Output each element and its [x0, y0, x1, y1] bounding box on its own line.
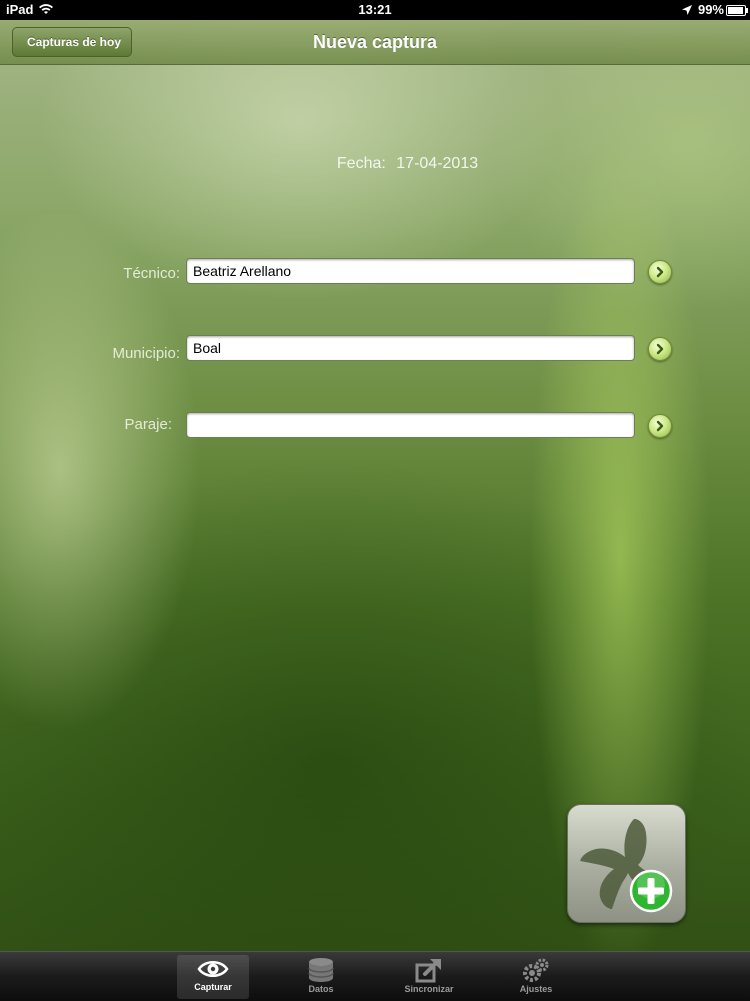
tab-ajustes[interactable]: Ajustes [500, 955, 572, 999]
paraje-select-button[interactable] [648, 414, 672, 438]
date-row: Fecha: 17-04-2013 [0, 155, 750, 173]
tab-sincronizar[interactable]: Sincronizar [393, 955, 465, 999]
municipio-input[interactable] [186, 335, 635, 361]
tab-datos[interactable]: Datos [285, 955, 357, 999]
sync-arrow-icon [415, 959, 441, 983]
municipio-select-button[interactable] [648, 337, 672, 361]
paraje-input[interactable] [186, 412, 635, 438]
tab-label: Datos [308, 984, 334, 994]
eye-icon [197, 961, 229, 977]
tecnico-select-button[interactable] [648, 260, 672, 284]
battery-icon [726, 5, 748, 16]
status-time: 13:21 [358, 2, 392, 17]
paraje-label: Paraje: [124, 416, 172, 433]
database-icon [308, 958, 334, 982]
tab-label: Capturar [194, 982, 232, 992]
chevron-right-icon [656, 266, 664, 278]
battery-percent: 99% [697, 2, 724, 17]
date-value: 17-04-2013 [396, 155, 479, 172]
tab-bar: Capturar Datos Sincronizar Ajustes [0, 951, 750, 1001]
navigation-bar: Capturas de hoy Nueva captura [0, 20, 750, 65]
chevron-right-icon [656, 420, 664, 432]
location-arrow-icon [681, 4, 692, 15]
status-bar: iPad 13:21 99% [0, 0, 750, 20]
gears-icon [523, 958, 549, 982]
municipio-label: Municipio: [112, 345, 180, 362]
tab-label: Ajustes [519, 984, 553, 994]
status-right: 99% [681, 2, 724, 17]
tab-label: Sincronizar [404, 984, 454, 994]
plus-circle-icon [629, 869, 673, 913]
add-capture-button[interactable] [567, 804, 686, 923]
chevron-right-icon [656, 343, 664, 355]
date-label: Fecha: [336, 155, 386, 172]
tecnico-label: Técnico: [123, 265, 180, 282]
tecnico-input[interactable] [186, 258, 635, 284]
tab-capturar[interactable]: Capturar [177, 955, 249, 999]
page-title: Nueva captura [312, 32, 438, 52]
